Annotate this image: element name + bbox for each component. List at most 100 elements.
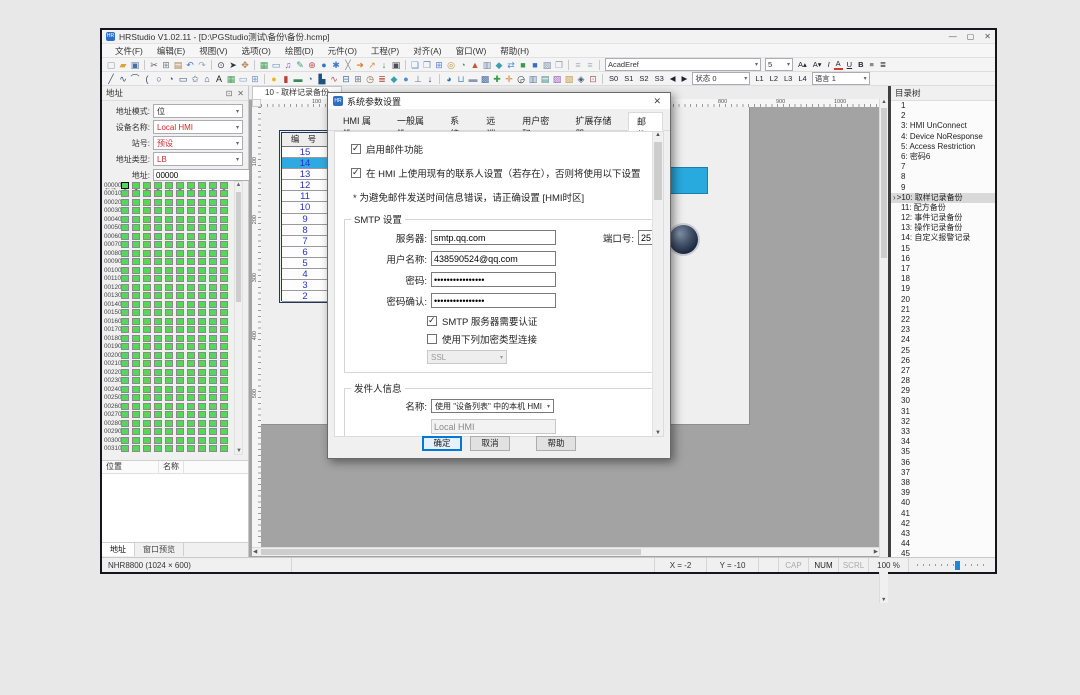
dock-icon[interactable]: ⊡ (226, 89, 233, 98)
dialog-tab[interactable]: 邮件 (628, 112, 663, 131)
address-bit-cell[interactable] (165, 377, 173, 384)
address-bit-cell[interactable] (165, 199, 173, 206)
address-bit-cell[interactable] (165, 445, 173, 452)
zoom-slider[interactable] (909, 558, 995, 572)
address-bit-cell[interactable] (143, 437, 151, 444)
address-bit-cell[interactable] (154, 411, 162, 418)
address-bit-cell[interactable] (165, 437, 173, 444)
address-bit-cell[interactable] (198, 275, 206, 282)
note-pad-icon[interactable]: ▧ (563, 73, 575, 85)
password-confirm-input[interactable] (431, 293, 556, 308)
address-bit-cell[interactable] (209, 258, 217, 265)
scroll-left-icon[interactable]: ◀ (253, 549, 257, 555)
address-bit-cell[interactable] (220, 420, 228, 427)
menu-item[interactable]: 窗口(W) (449, 45, 494, 57)
list-element-row[interactable]: 3 (282, 280, 328, 291)
tree-item[interactable]: 40 (891, 498, 995, 508)
tree-item[interactable]: 12: 事件记录备份 (891, 213, 995, 223)
address-bit-cell[interactable] (176, 284, 184, 291)
address-bit-cell[interactable] (143, 250, 151, 257)
address-bit-cell[interactable] (209, 386, 217, 393)
address-bit-cell[interactable] (132, 369, 140, 376)
address-bit-cell[interactable] (198, 420, 206, 427)
menu-item[interactable]: 选项(O) (235, 45, 278, 57)
canvas-v-scrollbar[interactable]: ▲ ▼ (879, 99, 888, 603)
address-bit-cell[interactable] (187, 411, 195, 418)
address-bit-cell[interactable] (187, 301, 195, 308)
pointer-icon[interactable]: ↓ (424, 73, 436, 85)
address-bit-cell[interactable] (154, 199, 162, 206)
zoom-slider-thumb[interactable] (955, 561, 960, 570)
address-bit-cell[interactable] (143, 224, 151, 231)
macro-icon[interactable]: ▨ (551, 73, 563, 85)
tree-item[interactable]: 38 (891, 478, 995, 488)
address-bit-cell[interactable] (132, 445, 140, 452)
address-bit-cell[interactable] (154, 224, 162, 231)
close-icon[interactable]: ✕ (237, 89, 244, 98)
tag-icon[interactable]: ◆ (493, 59, 505, 71)
address-bit-cell[interactable] (132, 284, 140, 291)
address-bit-cell[interactable] (165, 394, 173, 401)
arrow-right-icon[interactable]: ➜ (354, 59, 366, 71)
address-bit-cell[interactable] (165, 250, 173, 257)
address-bit-cell[interactable] (154, 326, 162, 333)
address-bit-cell[interactable] (198, 199, 206, 206)
address-bit-cell[interactable] (165, 190, 173, 197)
address-bit-cell[interactable] (220, 394, 228, 401)
address-bit-cell[interactable] (220, 411, 228, 418)
arrow-up-icon[interactable]: ↗ (366, 59, 378, 71)
address-bit-cell[interactable] (165, 403, 173, 410)
list-element-row[interactable]: 13 (282, 169, 328, 180)
address-bit-cell[interactable] (209, 326, 217, 333)
address-bit-cell[interactable] (187, 258, 195, 265)
address-bit-cell[interactable] (198, 241, 206, 248)
address-bit-cell[interactable] (187, 428, 195, 435)
cut-icon[interactable]: ✂ (148, 59, 160, 71)
save-icon[interactable]: ▣ (129, 59, 141, 71)
tree-item[interactable]: 1 (891, 101, 995, 111)
panel-tool-icon[interactable]: ▭ (237, 73, 249, 85)
address-bit-cell[interactable] (220, 318, 228, 325)
format-button[interactable]: A (834, 59, 843, 70)
address-bit-cell[interactable] (198, 386, 206, 393)
address-bit-cell[interactable] (121, 207, 129, 214)
tree-item[interactable]: 44 (891, 539, 995, 549)
address-bit-cell[interactable] (220, 309, 228, 316)
format-button[interactable]: ≡ (868, 60, 876, 69)
state-button-s3[interactable]: S3 (653, 74, 666, 83)
address-bit-cell[interactable] (176, 352, 184, 359)
address-bit-cell[interactable] (143, 190, 151, 197)
address-bit-cell[interactable] (165, 369, 173, 376)
menu-item[interactable]: 帮助(H) (493, 45, 536, 57)
address-bit-cell[interactable] (165, 284, 173, 291)
keypad-icon[interactable]: ⊞ (352, 73, 364, 85)
tree-item[interactable]: 33 (891, 427, 995, 437)
font-size-combo[interactable]: 5▾ (765, 58, 793, 71)
text-tool-icon[interactable]: A (213, 73, 225, 85)
address-bit-cell[interactable] (176, 335, 184, 342)
address-bit-cell[interactable] (176, 216, 184, 223)
address-bit-cell[interactable] (220, 182, 228, 189)
script-icon[interactable]: ▤ (539, 73, 551, 85)
address-bit-cell[interactable] (165, 258, 173, 265)
address-bit-cell[interactable] (165, 275, 173, 282)
address-bit-cell[interactable] (132, 428, 140, 435)
address-bit-cell[interactable] (198, 301, 206, 308)
address-bit-cell[interactable] (176, 224, 184, 231)
menu-item[interactable]: 对齐(A) (406, 45, 448, 57)
tree-expander-icon[interactable]: › (893, 193, 896, 203)
tree-item[interactable]: 35 (891, 447, 995, 457)
address-bit-cell[interactable] (187, 190, 195, 197)
find-icon[interactable]: ⊙ (215, 59, 227, 71)
address-bit-cell[interactable] (143, 182, 151, 189)
address-bit-cell[interactable] (176, 411, 184, 418)
address-bit-cell[interactable] (198, 250, 206, 257)
address-bit-cell[interactable] (165, 352, 173, 359)
address-bit-cell[interactable] (187, 224, 195, 231)
refresh-icon[interactable]: ⇄ (505, 59, 517, 71)
address-bit-cell[interactable] (165, 428, 173, 435)
address-bit-cell[interactable] (220, 343, 228, 350)
address-bit-cell[interactable] (154, 216, 162, 223)
address-bit-cell[interactable] (165, 318, 173, 325)
pie-tool-icon[interactable]: ◔ (165, 73, 177, 85)
